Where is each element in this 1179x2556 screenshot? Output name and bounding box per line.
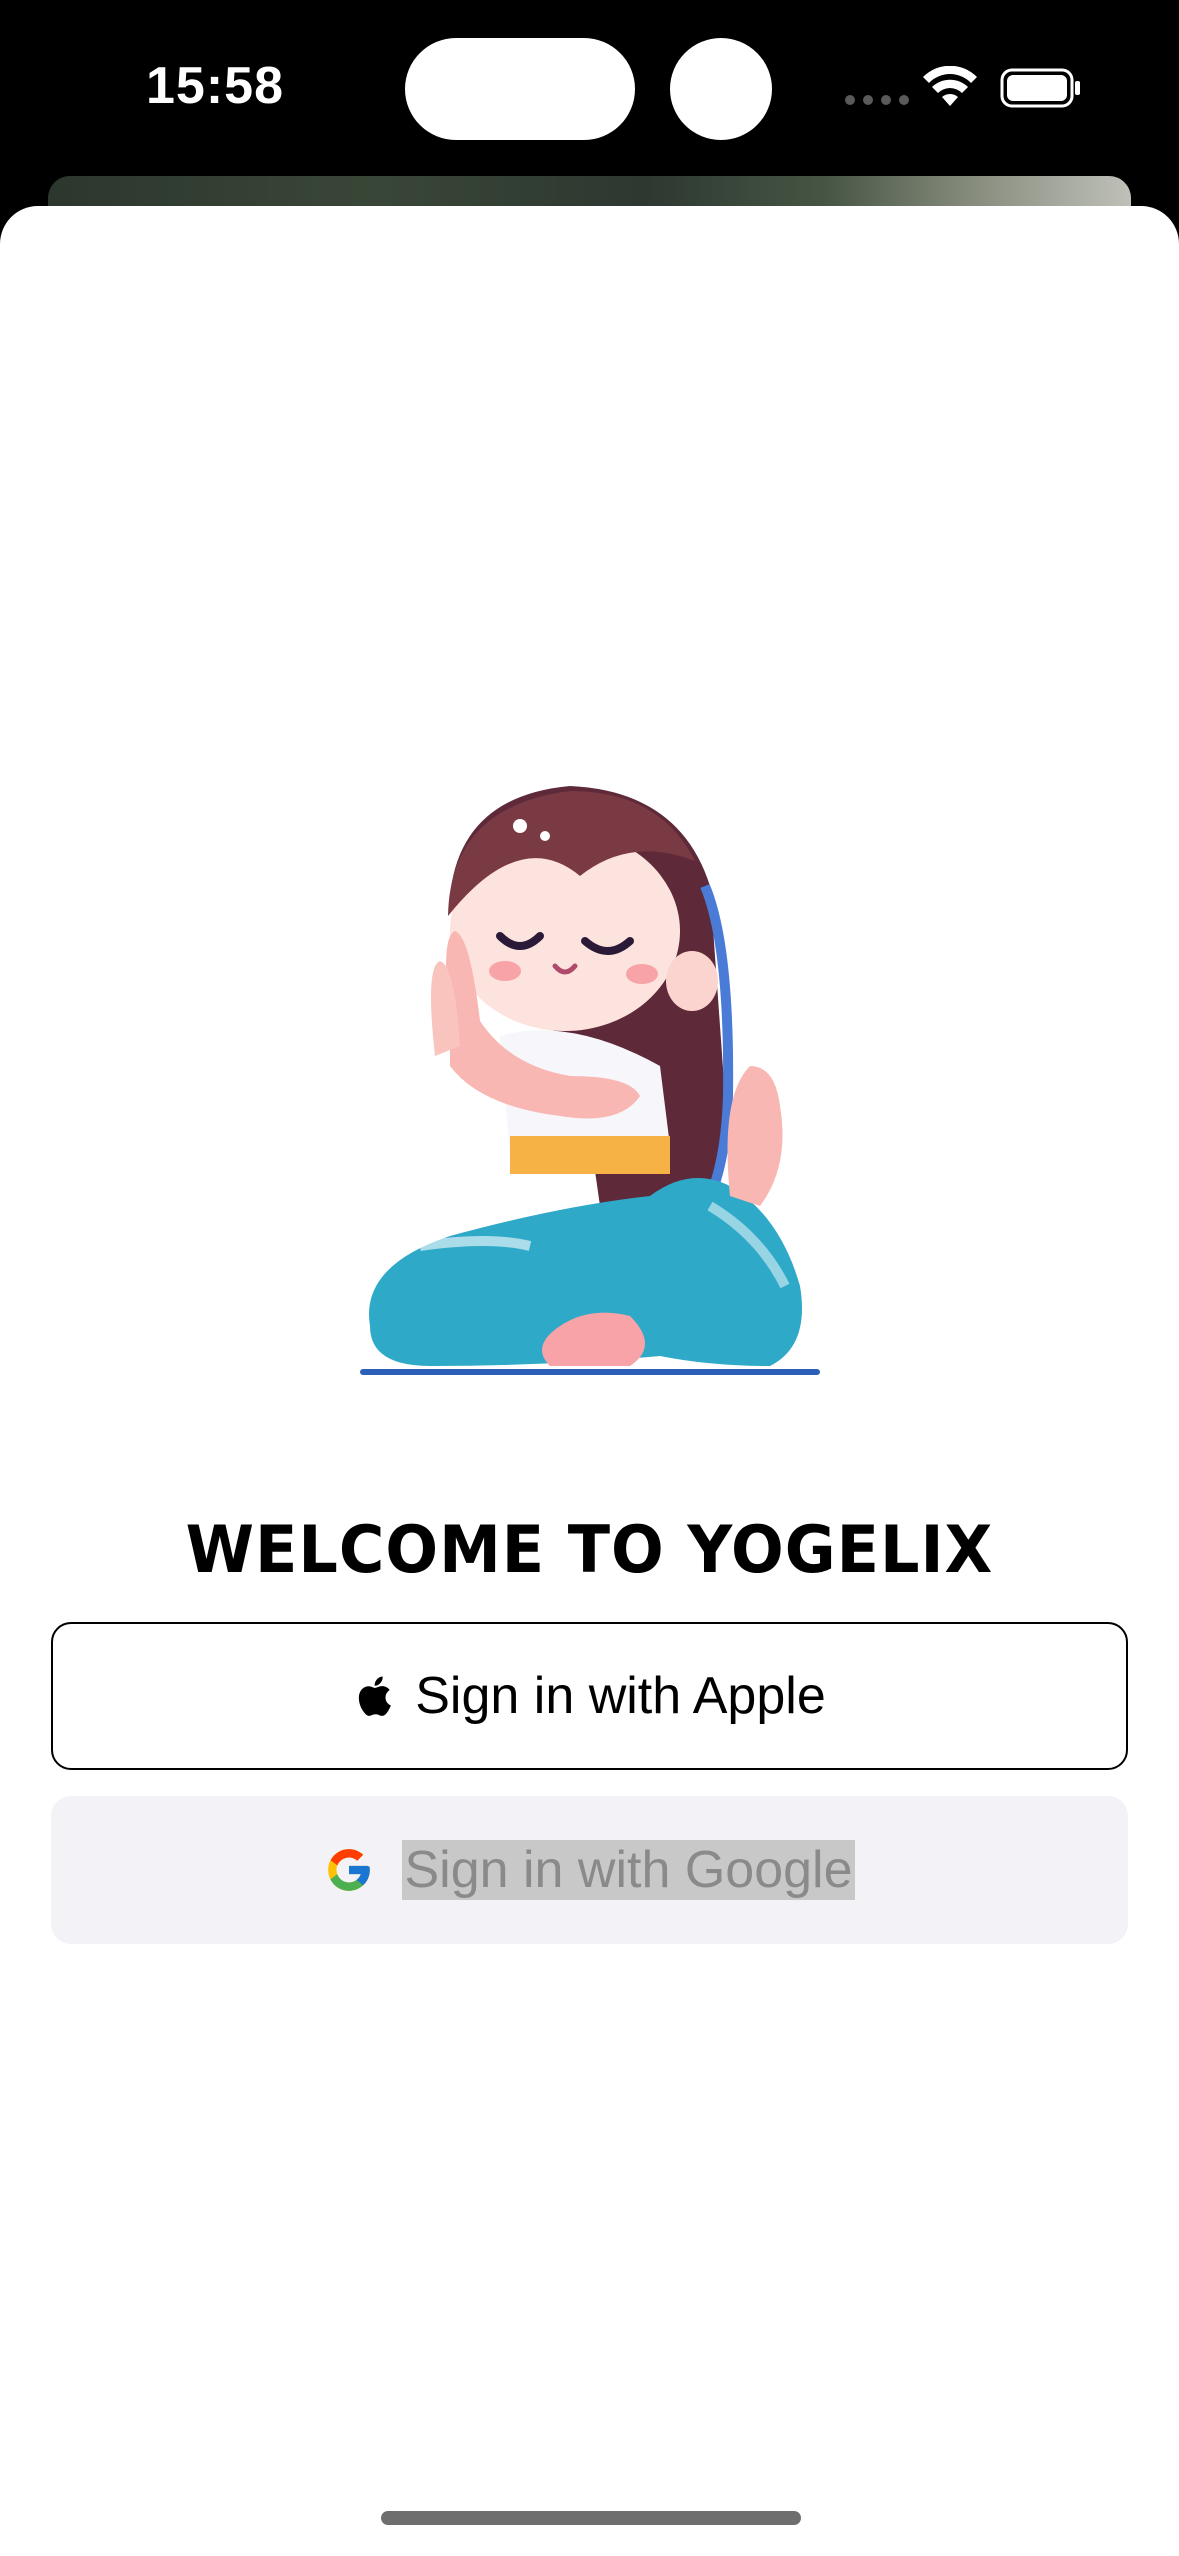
welcome-title: WELCOME TO YOGELIX xyxy=(185,1511,994,1588)
dynamic-island xyxy=(405,38,635,140)
apple-logo-icon xyxy=(359,1676,392,1716)
sign-in-google-button[interactable]: Sign in with Google xyxy=(51,1796,1128,1944)
app-screen: 15:58 WELCOME TO YOGELIX Sign in with Ap… xyxy=(0,0,1179,2556)
home-indicator[interactable] xyxy=(381,2511,801,2525)
wifi-icon xyxy=(923,66,977,106)
status-time: 15:58 xyxy=(146,57,284,115)
battery-icon xyxy=(1000,68,1080,108)
yoga-girl-illustration xyxy=(360,786,820,1375)
sign-in-google-label: Sign in with Google xyxy=(402,1840,855,1900)
sign-in-sheet: WELCOME TO YOGELIX Sign in with Apple Si… xyxy=(0,206,1179,2556)
camera-cutout xyxy=(670,38,772,140)
google-logo-icon xyxy=(328,1849,371,1891)
sign-in-apple-button[interactable]: Sign in with Apple xyxy=(51,1622,1128,1770)
sign-in-apple-label: Sign in with Apple xyxy=(415,1667,826,1725)
status-bar: 15:58 xyxy=(0,0,1179,180)
cellular-dots-icon xyxy=(845,95,909,105)
